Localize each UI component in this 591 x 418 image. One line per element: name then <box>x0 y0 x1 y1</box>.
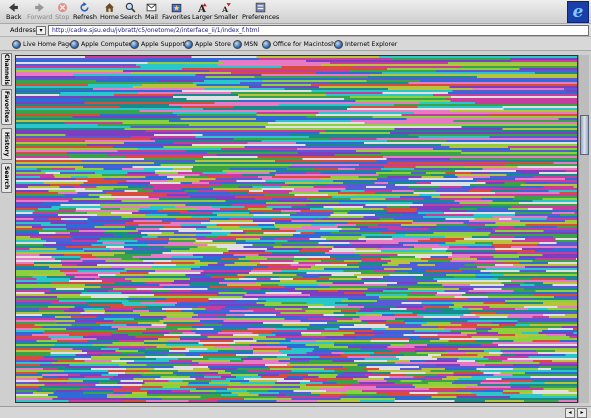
globe-icon <box>12 39 21 49</box>
sidebar-tab-label: Search <box>3 166 10 190</box>
favorite-item[interactable]: Apple Computer <box>70 39 131 49</box>
smaller-text-icon: A <box>221 2 232 13</box>
scrollbar-thumb[interactable] <box>580 115 589 155</box>
page-content-corrupted-image[interactable] <box>15 55 578 403</box>
noise-stripe <box>16 402 578 403</box>
favorite-label: MSN <box>244 40 258 48</box>
refresh-button[interactable]: Refresh <box>73 2 97 22</box>
larger-text-icon: A <box>197 2 208 13</box>
favorite-item[interactable]: Office for Macintosh <box>262 39 335 49</box>
search-icon <box>125 2 136 13</box>
back-button[interactable]: Back <box>6 2 21 22</box>
globe-icon <box>130 39 139 49</box>
svg-text:A: A <box>221 5 229 13</box>
favorites-label: Favorites <box>162 13 191 21</box>
preferences-icon <box>255 2 266 13</box>
sidebar-tab-label: History <box>3 131 10 157</box>
favorite-item[interactable]: MSN <box>233 39 258 49</box>
larger-text-button[interactable]: A Larger <box>192 2 212 22</box>
ie-logo-icon: e <box>567 1 589 23</box>
favorite-label: Live Home Page <box>23 40 73 48</box>
address-bar: Address: ▾ http://cadre.sjsu.edu/jvbratt… <box>0 24 591 37</box>
globe-icon <box>334 39 343 49</box>
sidebar-tab-favorites[interactable]: Favorites <box>1 89 12 125</box>
home-button[interactable]: Home <box>100 2 119 22</box>
home-label: Home <box>100 13 119 21</box>
favorite-label: Apple Computer <box>81 40 132 48</box>
favorite-item[interactable]: Apple Store <box>184 39 231 49</box>
preferences-button[interactable]: Preferences <box>242 2 279 22</box>
globe-icon <box>262 39 271 49</box>
address-label: Address: <box>10 26 39 34</box>
stop-icon <box>57 2 68 13</box>
sidebar-tab-channels[interactable]: Channels <box>1 53 12 86</box>
sidebar-tab-search[interactable]: Search <box>1 163 12 193</box>
stop-label: Stop <box>55 13 70 21</box>
globe-icon <box>233 39 242 49</box>
favorites-button[interactable]: Favorites <box>162 2 191 22</box>
smaller-label: Smaller <box>214 13 239 21</box>
back-arrow-icon <box>8 2 19 13</box>
mail-icon <box>146 2 157 13</box>
favorites-bar: Live Home Page Apple Computer Apple Supp… <box>0 37 591 51</box>
forward-button[interactable]: Forward <box>27 2 53 22</box>
sidebar-tab-history[interactable]: History <box>1 128 12 160</box>
scroll-left-arrow-icon[interactable]: ◂ <box>565 408 575 418</box>
refresh-label: Refresh <box>73 13 97 21</box>
vertical-scrollbar[interactable] <box>578 55 589 403</box>
address-history-dropdown[interactable]: ▾ <box>36 26 46 35</box>
home-icon <box>104 2 115 13</box>
glitch-noise-pattern <box>16 56 577 402</box>
larger-label: Larger <box>192 13 213 21</box>
globe-icon <box>184 39 193 49</box>
mail-button[interactable]: Mail <box>145 2 158 22</box>
favorite-label: Apple Store <box>195 40 231 48</box>
search-button[interactable]: Search <box>120 2 142 22</box>
scroll-right-arrow-icon[interactable]: ▸ <box>577 408 587 418</box>
favorite-item[interactable]: Internet Explorer <box>334 39 397 49</box>
address-field[interactable]: http://cadre.sjsu.edu/jvbratt/c5/onetome… <box>48 25 589 36</box>
favorite-label: Office for Macintosh <box>273 40 336 48</box>
preferences-label: Preferences <box>242 13 280 21</box>
ie-logo-letter: e <box>572 1 584 22</box>
forward-label: Forward <box>27 13 53 21</box>
sidebar-tab-label: Favorites <box>3 91 10 123</box>
browser-toolbar: Back Forward Stop Refresh Home Search Ma… <box>0 0 591 24</box>
status-bar: ◂ ▸ <box>0 406 591 418</box>
sidebar-tab-label: Channels <box>3 54 10 85</box>
favorite-item[interactable]: Live Home Page <box>12 39 73 49</box>
stop-button[interactable]: Stop <box>55 2 69 22</box>
forward-arrow-icon <box>34 2 45 13</box>
smaller-text-button[interactable]: A Smaller <box>214 2 238 22</box>
mail-label: Mail <box>145 13 158 21</box>
search-label: Search <box>120 13 142 21</box>
favorites-icon <box>171 2 182 13</box>
back-label: Back <box>6 13 22 21</box>
favorite-label: Internet Explorer <box>345 40 398 48</box>
favorite-item[interactable]: Apple Support <box>130 39 185 49</box>
globe-icon <box>70 39 79 49</box>
favorite-label: Apple Support <box>141 40 186 48</box>
refresh-icon <box>79 2 90 13</box>
